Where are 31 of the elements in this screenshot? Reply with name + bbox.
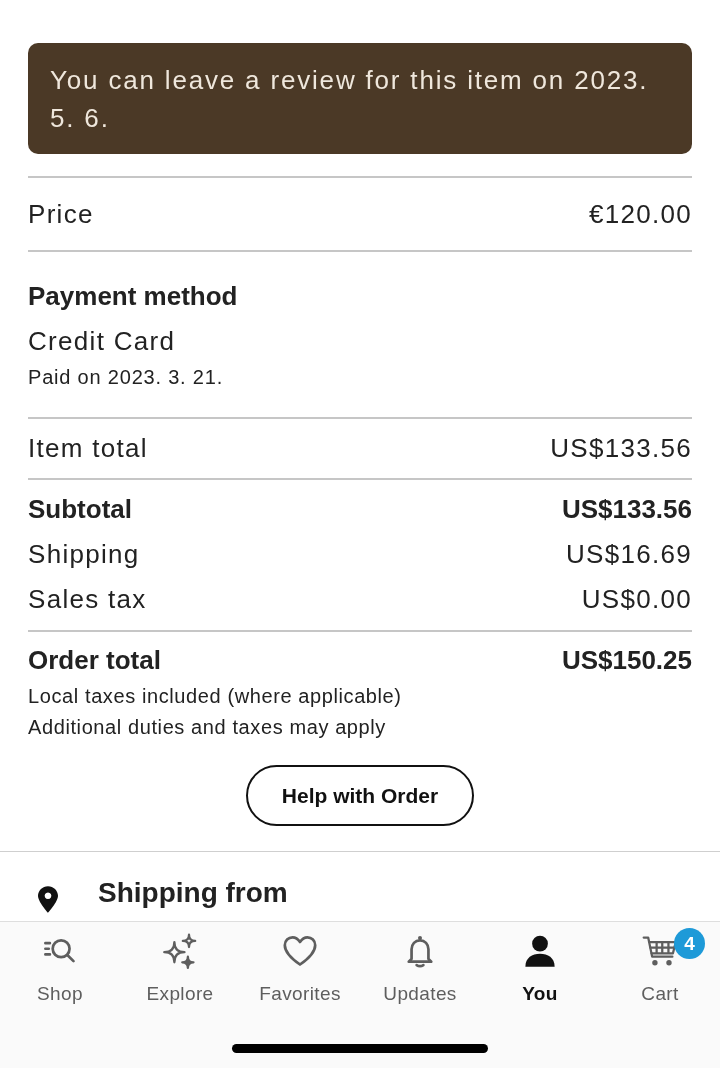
charge-label: Shipping xyxy=(28,538,140,571)
nav-tab[interactable]: Favorites xyxy=(240,922,360,1006)
charge-label: Sales tax xyxy=(28,583,147,616)
section-heading: Payment method xyxy=(28,281,239,311)
person-icon xyxy=(522,933,558,969)
item-total-label: Item total xyxy=(28,432,148,465)
tax-note: Local taxes included (where applicable) xyxy=(28,684,403,709)
charge-label: Subtotal xyxy=(28,493,132,526)
sparkles-icon xyxy=(162,933,198,969)
location-pin-icon xyxy=(38,886,58,913)
shipping-from-heading: Shipping from xyxy=(98,876,288,910)
price-value: €120.00 xyxy=(588,197,692,231)
nav-tab[interactable]: Shop xyxy=(0,922,120,1006)
cart-count-badge: 4 xyxy=(674,928,705,959)
payment-method-text: Credit Card xyxy=(28,326,177,356)
charge-value: US$133.56 xyxy=(561,493,692,526)
tax-note: Additional duties and taxes may apply xyxy=(28,715,387,740)
heart-icon xyxy=(282,933,318,969)
review-notice: You can leave a review for this item on 2023. 5. 6. xyxy=(28,43,692,154)
paid-date-text: Paid on 2023. 3. 21. xyxy=(28,365,225,389)
charge-value: US$16.69 xyxy=(565,538,692,571)
order-total-label: Order total xyxy=(28,645,161,675)
charge-value: US$0.00 xyxy=(581,583,692,616)
help-button[interactable]: Help with Order xyxy=(246,765,474,826)
price-label: Price xyxy=(28,197,94,231)
item-total-value: US$133.56 xyxy=(550,432,692,465)
order-total-value: US$150.25 xyxy=(561,645,692,675)
nav-tab[interactable]: Explore xyxy=(120,922,240,1006)
nav-tab[interactable]: Cart 4 xyxy=(600,922,720,1006)
nav-tab[interactable]: Updates xyxy=(360,922,480,1006)
nav-tab[interactable]: You xyxy=(480,922,600,1006)
